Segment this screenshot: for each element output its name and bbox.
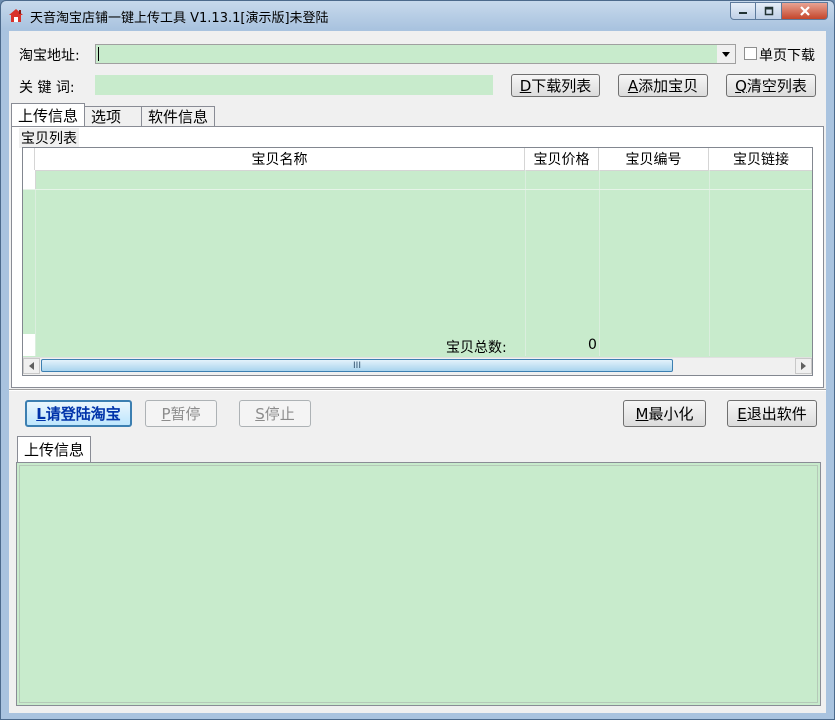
col-header-id[interactable]: 宝贝编号 [599, 148, 709, 170]
close-icon [799, 6, 810, 16]
clear-list-hotkey: Q [735, 76, 747, 95]
minimize-app-button[interactable]: M 最小化 [623, 400, 706, 427]
row-header-corner [23, 148, 35, 170]
client-area: 淘宝地址: 单页下载 关 键 词: D 下载列表 A 添加宝贝 Q 清空列表 上传信息… [9, 31, 826, 713]
download-list-label: 下载列表 [531, 77, 592, 95]
keyword-input[interactable] [95, 75, 493, 95]
taobao-url-combobox[interactable] [95, 44, 736, 64]
minimize-label: 最小化 [648, 405, 694, 423]
table-row[interactable] [23, 170, 812, 190]
exit-label: 退出软件 [746, 405, 807, 423]
table-header: 宝贝名称 宝贝价格 宝贝编号 宝贝链接 [23, 148, 812, 171]
download-list-button[interactable]: D 下载列表 [511, 74, 600, 97]
keyword-label: 关 键 词: [19, 80, 75, 96]
main-tabs: 上传信息 选项 软件信息 [11, 103, 216, 126]
scroll-left-icon[interactable] [23, 358, 40, 374]
column-divider [599, 170, 600, 356]
col-header-link[interactable]: 宝贝链接 [709, 148, 812, 170]
upload-log-content [19, 465, 818, 703]
app-window: 天音淘宝店铺一键上传工具 V1.13.1[演示版]未登陆 淘宝地址: 单页下载 … [0, 0, 835, 720]
text-caret [98, 47, 99, 61]
upload-log-textarea[interactable] [16, 462, 821, 706]
url-label: 淘宝地址: [19, 48, 80, 64]
log-tabs: 上传信息 [17, 436, 92, 462]
column-divider [525, 170, 526, 356]
single-page-label: 单页下载 [759, 48, 815, 64]
exit-software-button[interactable]: E 退出软件 [727, 400, 817, 427]
row-selector[interactable] [23, 170, 36, 189]
clear-list-button[interactable]: Q 清空列表 [726, 74, 816, 97]
stop-label: 停止 [264, 405, 295, 423]
login-label: 请登陆淘宝 [45, 405, 121, 423]
add-product-button[interactable]: A 添加宝贝 [618, 74, 708, 97]
window-title: 天音淘宝店铺一键上传工具 V1.13.1[演示版]未登陆 [30, 11, 329, 26]
scroll-thumb[interactable]: III [41, 359, 673, 372]
title-bar[interactable]: 天音淘宝店铺一键上传工具 V1.13.1[演示版]未登陆 [1, 1, 834, 29]
total-count-label: 宝贝总数: [446, 340, 507, 356]
footer-row-header [23, 334, 35, 356]
tab-software-info[interactable]: 软件信息 [141, 106, 216, 126]
minimize-window-button[interactable] [730, 2, 756, 20]
app-icon [8, 7, 24, 23]
exit-hotkey: E [737, 404, 747, 423]
divider-highlight [9, 390, 826, 391]
close-window-button[interactable] [782, 2, 828, 20]
tab-upload-info[interactable]: 上传信息 [11, 103, 86, 126]
product-list-title: 宝贝列表 [19, 128, 79, 148]
col-header-name[interactable]: 宝贝名称 [35, 148, 525, 170]
single-page-checkbox[interactable] [744, 47, 757, 60]
stop-hotkey: S [255, 404, 265, 423]
add-product-label: 添加宝贝 [638, 77, 699, 95]
tab-log-upload-info[interactable]: 上传信息 [17, 436, 92, 462]
download-list-hotkey: D [519, 76, 532, 95]
pause-hotkey: P [161, 404, 171, 423]
tab-options[interactable]: 选项 [84, 106, 143, 126]
scroll-thumb-grip: III [353, 360, 361, 371]
product-table[interactable]: 宝贝名称 宝贝价格 宝贝编号 宝贝链接 宝贝总数: 0 III [22, 147, 813, 376]
pause-label: 暂停 [170, 405, 201, 423]
clear-list-label: 清空列表 [746, 77, 807, 95]
table-footer: 宝贝总数: 0 [23, 334, 812, 356]
maximize-icon [764, 6, 773, 16]
minimize-hotkey: M [635, 404, 649, 423]
login-hotkey: L [36, 404, 46, 423]
column-divider [709, 170, 710, 356]
stop-button[interactable]: S 停止 [239, 400, 311, 427]
add-product-hotkey: A [627, 76, 639, 95]
col-header-price[interactable]: 宝贝价格 [525, 148, 599, 170]
minimize-icon [739, 12, 747, 14]
total-count-value: 0 [588, 337, 597, 353]
row-header-column [23, 170, 36, 356]
horizontal-scrollbar[interactable]: III [23, 357, 812, 375]
login-taobao-button[interactable]: L 请登陆淘宝 [25, 400, 132, 427]
scroll-right-icon[interactable] [795, 358, 812, 374]
dropdown-arrow-icon[interactable] [717, 45, 735, 63]
maximize-window-button[interactable] [756, 2, 782, 20]
pause-button[interactable]: P 暂停 [145, 400, 217, 427]
